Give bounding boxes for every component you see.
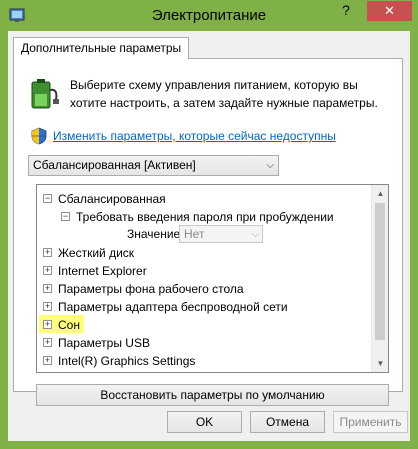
restore-defaults-button[interactable]: Восстановить параметры по умолчанию xyxy=(36,384,389,406)
close-button[interactable]: ✕ xyxy=(367,1,412,21)
change-unavailable-settings-link[interactable]: Изменить параметры, которые сейчас недос… xyxy=(53,129,336,143)
tree-item-label: Параметры адаптера беспроводной сети xyxy=(58,299,288,314)
tree-item-label: Требовать введения пароля при пробуждени… xyxy=(76,209,334,224)
tree-item-label: Intel(R) Graphics Settings xyxy=(58,353,196,368)
tree-item-wireless-adapter[interactable]: + Параметры адаптера беспроводной сети xyxy=(43,297,288,315)
tree-item-usb[interactable]: + Параметры USB xyxy=(43,333,150,351)
tree-item-label: Параметры USB xyxy=(58,335,150,350)
tree-item-label: Параметры фона рабочего стола xyxy=(58,281,244,296)
description-text: Выберите схему управления питанием, кото… xyxy=(70,78,378,110)
scroll-up-icon[interactable]: ▲ xyxy=(372,185,388,202)
power-scheme-dropdown[interactable]: Сбалансированная [Активен] ⌵ xyxy=(28,155,279,176)
tab-advanced-settings[interactable]: Дополнительные параметры xyxy=(13,37,190,59)
apply-button[interactable]: Применить xyxy=(333,411,408,433)
chevron-down-icon: ⌵ xyxy=(266,160,274,171)
tree-item-hard-disk[interactable]: + Жесткий диск xyxy=(43,243,134,261)
help-button[interactable]: ? xyxy=(326,1,366,21)
expand-icon[interactable]: + xyxy=(43,284,52,294)
tree-item-require-password[interactable]: − Требовать введения пароля при пробужден… xyxy=(61,207,334,225)
expand-icon[interactable]: + xyxy=(43,302,52,312)
expand-icon[interactable]: + xyxy=(43,248,52,258)
expand-icon[interactable]: + xyxy=(43,356,52,366)
tree-item-sleep[interactable]: + Сон xyxy=(39,315,84,333)
power-options-window: Электропитание ? ✕ Дополнительные параме… xyxy=(0,0,418,449)
title-bar[interactable]: Электропитание ? ✕ xyxy=(0,0,418,31)
tree-item-label: Сон xyxy=(58,317,80,332)
tree-item-label: Сбалансированная xyxy=(58,191,166,206)
expand-icon[interactable]: + xyxy=(43,266,52,276)
chevron-down-icon: ⌵ xyxy=(252,229,259,239)
dialog-client-area: Дополнительные параметры Выберите схему … xyxy=(8,31,410,441)
battery-plug-icon xyxy=(31,79,59,109)
tab-panel: Выберите схему управления питанием, кото… xyxy=(13,58,403,406)
cancel-button[interactable]: Отмена xyxy=(250,411,325,433)
expand-icon[interactable]: + xyxy=(43,338,52,348)
tree-scrollbar[interactable]: ▲ ▼ xyxy=(371,185,388,372)
value-dropdown-value: Нет xyxy=(184,227,205,241)
expand-icon[interactable]: + xyxy=(43,320,52,330)
tree-item-label: Internet Explorer xyxy=(58,263,147,278)
value-dropdown[interactable]: Нет ⌵ xyxy=(179,225,263,243)
tree-item-balanced[interactable]: − Сбалансированная xyxy=(43,189,166,207)
collapse-icon[interactable]: − xyxy=(61,212,70,222)
tree-item-label: Жесткий диск xyxy=(58,245,135,260)
value-label: Значение: xyxy=(127,227,184,241)
tree-item-internet-explorer[interactable]: + Internet Explorer xyxy=(43,261,147,279)
collapse-icon[interactable]: − xyxy=(43,194,52,204)
ok-button[interactable]: OK xyxy=(167,411,242,433)
tree-item-desktop-background[interactable]: + Параметры фона рабочего стола xyxy=(43,279,244,297)
tree-item-intel-graphics[interactable]: + Intel(R) Graphics Settings xyxy=(43,351,195,369)
uac-shield-icon xyxy=(31,127,47,145)
scrollbar-thumb[interactable] xyxy=(375,203,385,340)
power-scheme-value: Сбалансированная [Активен] xyxy=(33,158,196,172)
settings-tree[interactable]: − Сбалансированная − Требовать введения па… xyxy=(36,184,389,373)
scroll-down-icon[interactable]: ▼ xyxy=(372,355,388,372)
